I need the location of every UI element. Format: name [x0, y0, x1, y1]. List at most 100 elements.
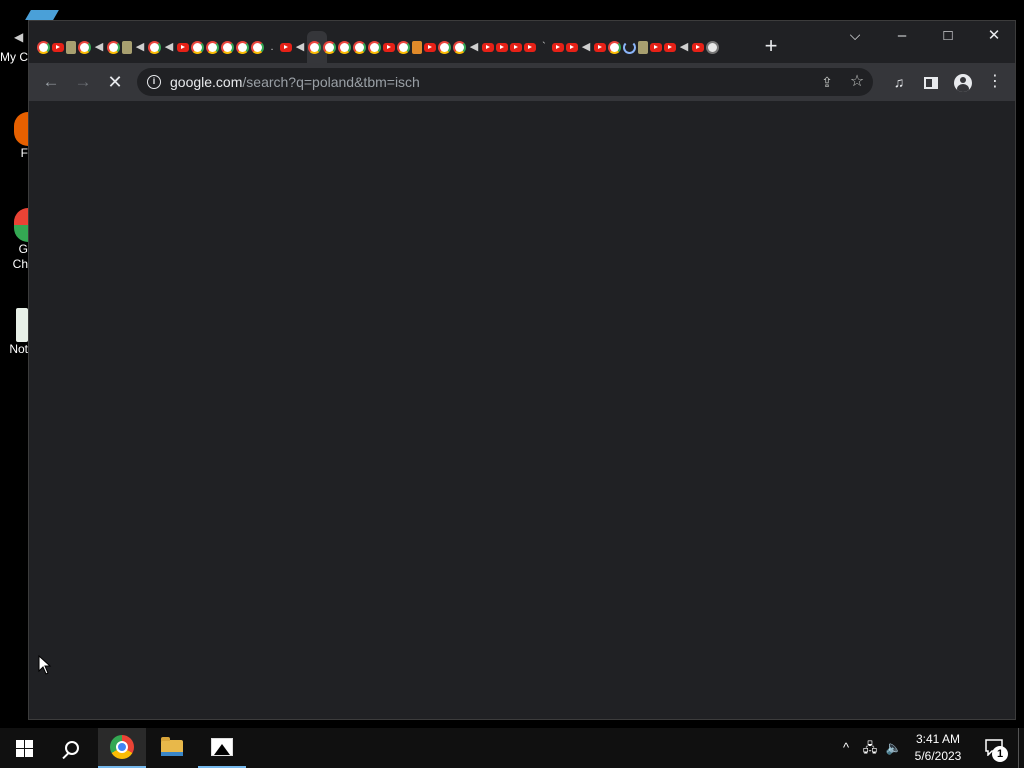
back-button[interactable]: ←	[37, 68, 65, 96]
photos-icon	[211, 738, 233, 756]
url-text[interactable]: google.com/search?q=poland&tbm=isch	[170, 74, 420, 90]
taskbar-search-button[interactable]	[48, 728, 96, 768]
dot-favicon-icon[interactable]: .	[266, 41, 278, 54]
chrome-icon	[110, 735, 134, 759]
search-icon	[65, 741, 79, 755]
google-favicon-icon[interactable]	[368, 40, 381, 54]
google-favicon-icon[interactable]	[438, 40, 451, 54]
taskbar: ^ 🖧 🔈 3:41 AM 5/6/2023 1	[0, 728, 1024, 768]
tick-favicon-icon[interactable]: `	[538, 41, 550, 54]
google-favicon-icon[interactable]	[191, 40, 204, 54]
youtube-favicon-icon[interactable]	[510, 42, 522, 52]
maximize-button[interactable]: □	[925, 21, 971, 51]
youtube-favicon-icon[interactable]	[664, 42, 676, 52]
close-button[interactable]: ✕	[971, 21, 1017, 51]
arrow-right-icon: →	[74, 72, 92, 91]
desktop-wallpaper-fragment	[25, 10, 59, 20]
network-icon[interactable]: 🖧	[860, 738, 880, 758]
google-favicon-icon[interactable]	[206, 40, 219, 54]
google-favicon-icon[interactable]	[608, 40, 621, 54]
avatar-icon	[954, 73, 972, 92]
tab-list: ◀ ◀ ◀. ◀ ◀ ` ◀ ◀	[37, 37, 719, 57]
speaker-favicon-icon[interactable]: ◀	[294, 41, 306, 54]
google-favicon-icon[interactable]	[148, 40, 161, 54]
youtube-favicon-icon[interactable]	[280, 42, 292, 52]
google-favicon-icon[interactable]	[221, 40, 234, 54]
system-tray: ^ 🖧 🔈 3:41 AM 5/6/2023 1	[824, 728, 1024, 768]
speaker-favicon-icon[interactable]: ◀	[134, 41, 146, 54]
share-icon[interactable]: ⇪	[817, 72, 837, 92]
chrome-menu-button[interactable]: ⋮	[981, 68, 1009, 96]
url-path: /search?q=poland&tbm=isch	[242, 74, 420, 90]
youtube-favicon-icon[interactable]	[52, 42, 64, 52]
youtube-favicon-icon[interactable]	[424, 42, 436, 52]
minimize-icon: –	[897, 27, 907, 44]
clock-time: 3:41 AM	[915, 732, 961, 746]
youtube-favicon-icon[interactable]	[482, 42, 494, 52]
google-favicon-icon[interactable]	[107, 40, 120, 54]
speaker-favicon-icon[interactable]: ◀	[580, 41, 592, 54]
new-tab-button[interactable]: +	[759, 35, 783, 59]
windows-logo-icon	[15, 739, 33, 757]
side-panel-icon	[924, 76, 938, 89]
taskbar-chrome[interactable]	[98, 728, 146, 768]
youtube-favicon-icon[interactable]	[650, 42, 662, 52]
google-favicon-icon[interactable]	[236, 40, 249, 54]
media-queue-icon: ♫	[893, 74, 905, 90]
close-icon: ✕	[987, 27, 1001, 44]
taskbar-photos[interactable]	[198, 728, 246, 768]
white-favicon-icon[interactable]	[706, 40, 719, 54]
google-favicon-icon[interactable]	[251, 40, 264, 54]
burger-favicon-icon[interactable]	[412, 40, 422, 54]
youtube-favicon-icon[interactable]	[177, 42, 189, 52]
taskbar-file-explorer[interactable]	[148, 728, 196, 768]
image-favicon-icon[interactable]	[66, 40, 76, 54]
stop-loading-button[interactable]: ✕	[101, 68, 129, 96]
google-favicon-icon[interactable]	[338, 40, 351, 54]
bookmark-star-icon[interactable]: ☆	[847, 72, 867, 92]
speaker-favicon-icon[interactable]: ◀	[93, 41, 105, 54]
image-favicon-icon[interactable]	[638, 40, 648, 54]
show-desktop-button[interactable]	[1018, 728, 1024, 768]
chevron-up-icon[interactable]: ^	[836, 738, 856, 758]
browser-toolbar: ← → ✕ i google.com/search?q=poland&tbm=i…	[29, 63, 1015, 101]
address-bar[interactable]: i google.com/search?q=poland&tbm=isch ⇪ …	[137, 68, 873, 96]
youtube-favicon-icon[interactable]	[496, 42, 508, 52]
google-favicon-icon[interactable]	[397, 40, 410, 54]
tab-strip: ◀ ◀ ◀. ◀ ◀ ` ◀ ◀ + ⌵ – □ ✕	[29, 21, 1015, 63]
close-icon: ✕	[107, 72, 123, 92]
volume-icon[interactable]: 🔈	[884, 738, 904, 758]
chrome-browser-window: ◀ ◀ ◀. ◀ ◀ ` ◀ ◀ + ⌵ – □ ✕ ← → ✕ i google.com/s…	[28, 20, 1016, 720]
site-info-icon[interactable]: i	[147, 75, 161, 89]
youtube-favicon-icon[interactable]	[566, 42, 578, 52]
taskbar-clock[interactable]: 3:41 AM 5/6/2023	[908, 731, 968, 765]
speaker-favicon-icon[interactable]: ◀	[678, 41, 690, 54]
youtube-favicon-icon[interactable]	[552, 42, 564, 52]
google-favicon-icon[interactable]	[78, 40, 91, 54]
tab-search-button[interactable]: ⌵	[845, 27, 865, 47]
more-vert-icon: ⋮	[987, 73, 1003, 90]
profile-button[interactable]	[949, 68, 977, 96]
google-favicon-icon[interactable]	[308, 40, 321, 54]
forward-button[interactable]: →	[69, 68, 97, 96]
google-favicon-icon[interactable]	[37, 40, 50, 54]
arrow-left-icon: ←	[42, 72, 60, 91]
minimize-button[interactable]: –	[879, 21, 925, 51]
youtube-favicon-icon[interactable]	[524, 42, 536, 52]
folder-icon	[161, 737, 183, 756]
google-favicon-icon[interactable]	[323, 40, 336, 54]
speaker-favicon-icon[interactable]: ◀	[163, 41, 175, 54]
youtube-favicon-icon[interactable]	[692, 42, 704, 52]
start-button[interactable]	[0, 728, 48, 768]
page-content	[29, 101, 1015, 719]
youtube-favicon-icon[interactable]	[594, 42, 606, 52]
side-panel-button[interactable]	[917, 68, 945, 96]
speaker-favicon-icon[interactable]: ◀	[468, 41, 480, 54]
google-favicon-icon[interactable]	[453, 40, 466, 54]
loading-favicon-icon[interactable]	[623, 40, 636, 54]
clock-date: 5/6/2023	[914, 749, 962, 763]
youtube-favicon-icon[interactable]	[383, 42, 395, 52]
google-favicon-icon[interactable]	[353, 40, 366, 54]
image-favicon-icon[interactable]	[122, 40, 132, 54]
media-controls-button[interactable]: ♫	[885, 68, 913, 96]
